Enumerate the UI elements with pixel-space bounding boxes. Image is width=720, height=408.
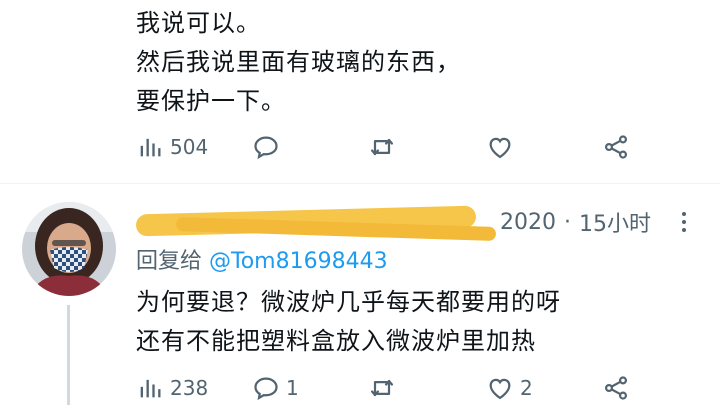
share-icon [604, 135, 628, 159]
retweet-button[interactable] [368, 368, 402, 408]
like-icon [489, 378, 511, 400]
reply-tweet-text: 为何要退？微波炉几乎每天都要用的呀 还有不能把塑料盒放入微波炉里加热 [136, 283, 561, 361]
top-tweet-line: 然后我说里面有玻璃的东西， [136, 48, 461, 76]
top-tweet-actions: 504 [0, 127, 720, 167]
reply-count: 1 [286, 376, 299, 400]
reply-to-line: 回复给 @Tom81698443 [136, 243, 388, 275]
reply-tweet-line: 还有不能把塑料盒放入微波炉里加热 [136, 327, 536, 355]
views-icon [140, 138, 161, 157]
like-button[interactable] [486, 127, 520, 167]
like-count: 2 [520, 376, 533, 400]
reply-button[interactable]: 1 [252, 368, 299, 408]
more-options-button[interactable] [670, 208, 698, 236]
reply-tweet-actions: 238 1 2 [0, 368, 720, 408]
views-icon [140, 379, 161, 398]
like-icon [489, 137, 511, 159]
reply-to-handle[interactable]: @Tom81698443 [209, 249, 388, 274]
avatar-image [22, 202, 116, 296]
reply-icon [254, 136, 278, 160]
views-count: 504 [170, 135, 209, 159]
reply-to-label: 回复给 [136, 249, 203, 274]
top-tweet-line: 我说可以。 [136, 9, 261, 37]
views-count: 238 [170, 376, 209, 400]
views-button[interactable]: 238 [136, 368, 208, 408]
top-tweet-line: 要保护一下。 [136, 87, 286, 115]
share-button[interactable] [602, 127, 630, 167]
tweet-time[interactable]: 15小时 [579, 206, 651, 238]
share-icon [604, 376, 628, 400]
retweet-button[interactable] [368, 127, 402, 167]
retweet-icon [370, 379, 394, 397]
share-button[interactable] [602, 368, 630, 408]
reply-header: 2020 · 15小时 [135, 205, 651, 242]
views-button[interactable]: 504 [136, 127, 208, 167]
tweet-divider [0, 183, 720, 184]
avatar[interactable] [22, 202, 116, 296]
separator-dot: · [564, 209, 571, 235]
like-button[interactable]: 2 [486, 368, 533, 408]
retweet-icon [370, 138, 394, 156]
redacted-username [135, 205, 497, 242]
reply-icon [254, 377, 278, 401]
reply-tweet-line: 为何要退？微波炉几乎每天都要用的呀 [136, 288, 561, 316]
tweet-date: 2020 [500, 209, 556, 235]
more-icon [682, 212, 686, 232]
top-tweet-text: 我说可以。 然后我说里面有玻璃的东西， 要保护一下。 [136, 4, 461, 121]
reply-button[interactable] [252, 127, 286, 167]
